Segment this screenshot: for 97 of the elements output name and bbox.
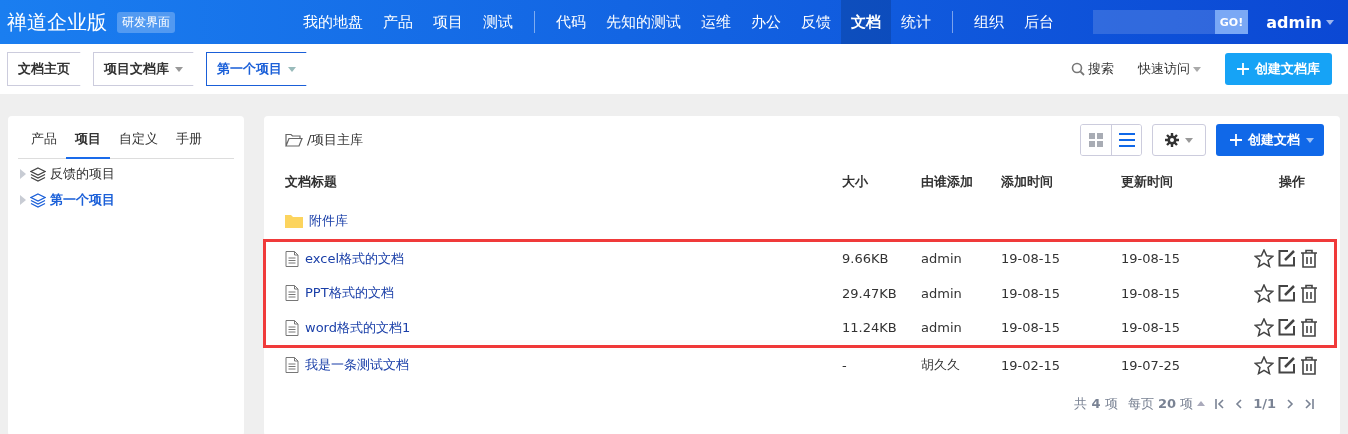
trash-icon[interactable] <box>1300 355 1318 375</box>
caret-icon <box>1326 19 1334 25</box>
nav-item[interactable]: 代码 <box>546 0 596 44</box>
first-page-icon[interactable] <box>1215 398 1226 409</box>
edit-icon[interactable] <box>1278 283 1296 302</box>
page-size-menu[interactable]: 每页 20 项 <box>1127 394 1206 413</box>
library-path: /项目主库 <box>285 131 364 149</box>
settings-menu[interactable] <box>1152 124 1206 156</box>
table-cell-text: 9.66KB <box>842 251 890 267</box>
folder-icon <box>285 214 303 229</box>
user-menu[interactable]: admin <box>1266 12 1334 32</box>
caret-icon <box>288 66 296 72</box>
table-cell-text: 19-08-15 <box>1121 251 1181 267</box>
caret-icon <box>1306 137 1314 143</box>
quick-access-menu[interactable]: 快速访问 <box>1138 60 1201 78</box>
caret-icon <box>1185 137 1193 143</box>
table-cell-text: 19-08-15 <box>1121 320 1181 336</box>
nav-item[interactable]: 办公 <box>741 0 791 44</box>
document-icon <box>285 319 299 336</box>
star-icon[interactable] <box>1254 355 1274 375</box>
table-cell-text: 19-02-15 <box>1001 357 1061 373</box>
table-cell-text: 19-07-25 <box>1121 357 1181 373</box>
table-cell-text: admin <box>921 251 963 267</box>
star-icon[interactable] <box>1254 283 1274 303</box>
tree-item[interactable]: 第一个项目 <box>18 187 234 213</box>
sidebar-tab[interactable]: 手册 <box>167 124 211 159</box>
nav-item[interactable]: 我的地盘 <box>293 0 373 44</box>
document-link[interactable]: excel格式的文档 <box>305 249 404 268</box>
nav-item[interactable]: 先知的测试 <box>596 0 691 44</box>
expand-icon <box>20 169 26 179</box>
table-cell-text: admin <box>921 285 963 301</box>
nav-item[interactable]: 统计 <box>891 0 941 44</box>
expand-icon <box>20 195 26 205</box>
search-link[interactable]: 搜索 <box>1071 60 1114 78</box>
table-cell-text: 19-08-15 <box>1001 285 1061 301</box>
brand-title: 禅道企业版 <box>7 8 107 36</box>
table-cell-text: 19-08-15 <box>1001 320 1061 336</box>
nav-item[interactable]: 组织 <box>964 0 1014 44</box>
column-header: 更新时间 <box>1121 173 1174 191</box>
nav-item[interactable]: 反馈 <box>791 0 841 44</box>
folder-link[interactable]: 附件库 <box>309 212 348 231</box>
total-count: 共 4 项 <box>1074 394 1118 413</box>
star-icon[interactable] <box>1254 318 1274 338</box>
next-page-icon[interactable] <box>1286 398 1294 409</box>
sidebar-tab[interactable]: 项目 <box>66 124 110 159</box>
list-icon <box>1118 133 1135 147</box>
layers-icon <box>30 166 46 182</box>
nav-item[interactable]: 产品 <box>373 0 423 44</box>
column-header: 文档标题 <box>285 173 338 191</box>
document-icon <box>285 357 299 374</box>
table-cell-text: 胡久久 <box>921 356 961 375</box>
star-icon[interactable] <box>1254 249 1274 269</box>
page-number: 1/1 <box>1253 396 1276 411</box>
document-link[interactable]: word格式的文档1 <box>305 318 411 337</box>
nav-item[interactable]: 项目 <box>423 0 473 44</box>
folder-icon <box>285 133 303 147</box>
column-header: 由谁添加 <box>921 173 974 191</box>
table-cell-text: - <box>842 357 848 373</box>
document-link[interactable]: PPT格式的文档 <box>305 284 394 303</box>
table-cell-text: 29.47KB <box>842 285 898 301</box>
view-mode-button[interactable] <box>1111 125 1141 155</box>
trash-icon[interactable] <box>1300 249 1318 269</box>
plus-icon <box>1230 134 1242 146</box>
previous-page-icon[interactable] <box>1235 398 1244 409</box>
column-header: 操作 <box>1278 173 1306 191</box>
last-page-icon[interactable] <box>1304 398 1314 409</box>
nav-item[interactable]: 运维 <box>691 0 741 44</box>
search-icon <box>1071 62 1085 76</box>
settings-icon <box>1165 133 1179 147</box>
edit-icon[interactable] <box>1278 318 1296 337</box>
caret-icon <box>175 66 183 72</box>
trash-icon[interactable] <box>1300 318 1318 338</box>
nav-item[interactable]: 文档 <box>841 0 891 44</box>
table-cell-text: admin <box>921 320 963 336</box>
nav-item[interactable]: 后台 <box>1014 0 1064 44</box>
nav-item[interactable]: 测试 <box>473 0 523 44</box>
plus-icon <box>1237 63 1249 75</box>
document-icon <box>285 285 299 302</box>
edit-icon[interactable] <box>1278 249 1296 268</box>
badge: 研发界面 <box>117 11 175 33</box>
grid-icon <box>1089 133 1103 147</box>
sidebar-tab[interactable]: 自定义 <box>110 124 167 159</box>
create-document-button[interactable]: 创建文档 <box>1216 124 1324 156</box>
tree-item[interactable]: 反馈的项目 <box>18 161 234 187</box>
document-icon <box>285 250 299 267</box>
table-cell-text: 11.24KB <box>842 320 898 336</box>
sidebar-tab[interactable]: 产品 <box>22 124 66 159</box>
document-link[interactable]: 我是一条测试文档 <box>305 356 409 375</box>
column-header: 添加时间 <box>1001 173 1054 191</box>
edit-icon[interactable] <box>1278 355 1296 374</box>
trash-icon[interactable] <box>1300 283 1318 303</box>
caret-icon <box>1193 66 1201 72</box>
caret-icon <box>1197 401 1206 406</box>
table-cell-text: 19-08-15 <box>1121 285 1181 301</box>
column-header: 大小 <box>842 173 869 191</box>
table-cell-text: 19-08-15 <box>1001 251 1061 267</box>
layers-icon <box>30 192 46 208</box>
